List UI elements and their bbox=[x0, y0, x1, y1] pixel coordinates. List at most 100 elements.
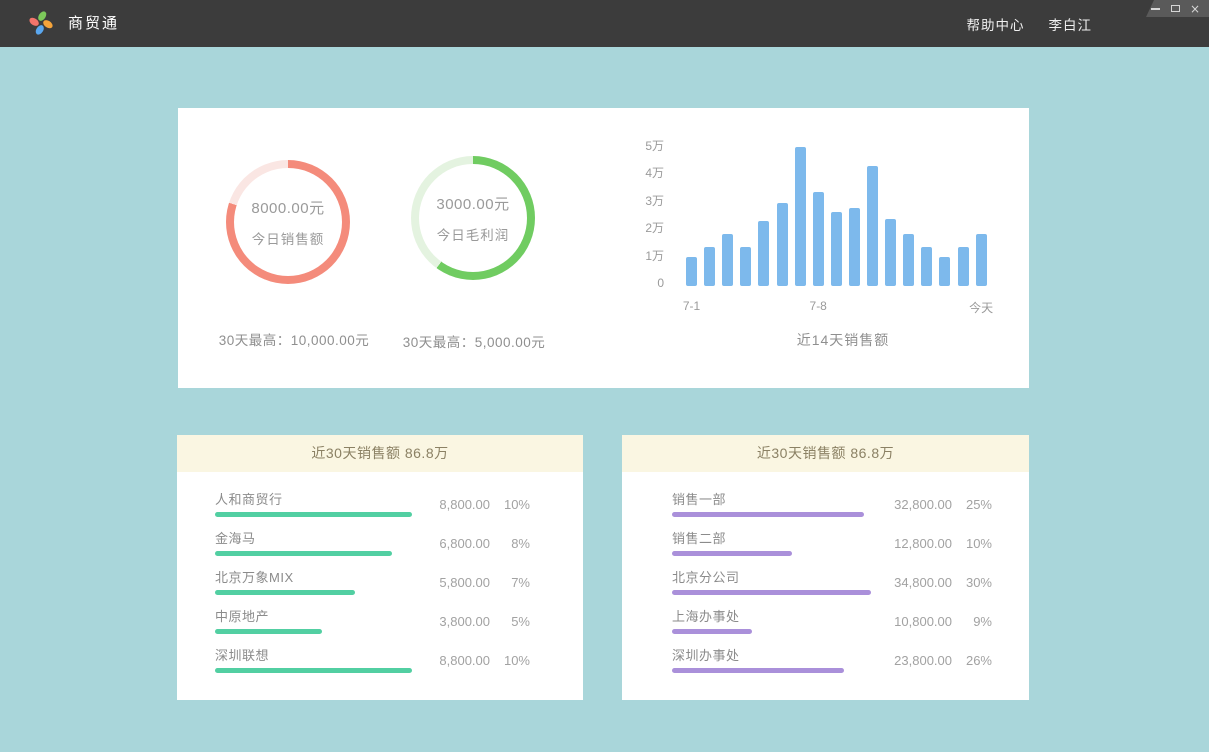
today-sales-donut: 8000.00元 今日销售额 bbox=[226, 160, 350, 284]
bar bbox=[740, 247, 751, 286]
list-item: 金海马 6,800.00 8% bbox=[215, 531, 530, 556]
list-item: 人和商贸行 8,800.00 10% bbox=[215, 492, 530, 517]
minimize-icon bbox=[1151, 8, 1160, 10]
overview-card: 8000.00元 今日销售额 30天最高：10,000.00元 3000.00元… bbox=[178, 108, 1029, 388]
customer-name: 人和商贸行 bbox=[215, 492, 416, 508]
donut-center: 3000.00元 今日毛利润 bbox=[419, 164, 527, 272]
chart-title: 近14天销售额 bbox=[688, 330, 998, 350]
bar bbox=[958, 247, 969, 286]
department-name: 北京分公司 bbox=[672, 570, 878, 586]
bar bbox=[831, 212, 842, 286]
bar bbox=[758, 221, 769, 286]
amount: 12,800.00 bbox=[878, 536, 952, 551]
percent: 26% bbox=[952, 653, 992, 668]
app-title: 商贸通 bbox=[68, 0, 119, 47]
department-name: 销售二部 bbox=[672, 531, 878, 547]
bars-area bbox=[686, 136, 996, 286]
x-axis-tick-label: 7-8 bbox=[810, 299, 827, 313]
bar bbox=[722, 234, 733, 286]
list-item: 北京万象MIX 5,800.00 7% bbox=[215, 570, 530, 595]
list-item: 深圳联想 8,800.00 10% bbox=[215, 648, 530, 673]
customers-list: 人和商贸行 8,800.00 10% 金海马 6,800.00 8% 北京万象M… bbox=[177, 472, 583, 673]
customer-name: 中原地产 bbox=[215, 609, 416, 625]
percent: 9% bbox=[952, 614, 992, 629]
bar bbox=[686, 257, 697, 286]
bar bbox=[976, 234, 987, 286]
percent: 5% bbox=[490, 614, 530, 629]
bar bbox=[704, 247, 715, 286]
progress-bar bbox=[672, 629, 752, 634]
customer-name: 北京万象MIX bbox=[215, 570, 416, 586]
percent: 10% bbox=[952, 536, 992, 551]
progress-bar bbox=[672, 551, 792, 556]
progress-bar bbox=[672, 590, 871, 595]
amount: 23,800.00 bbox=[878, 653, 952, 668]
window-controls: × bbox=[1146, 0, 1209, 17]
username-link[interactable]: 李白江 bbox=[1049, 14, 1093, 34]
x-axis-tick-label: 7-1 bbox=[683, 299, 700, 313]
card-title: 近30天销售额 86.8万 bbox=[622, 435, 1029, 472]
help-center-link[interactable]: 帮助中心 bbox=[967, 14, 1025, 34]
amount: 6,800.00 bbox=[416, 536, 490, 551]
amount: 5,800.00 bbox=[416, 575, 490, 590]
percent: 10% bbox=[490, 653, 530, 668]
app-logo-icon bbox=[27, 9, 55, 37]
bar bbox=[885, 219, 896, 286]
amount: 34,800.00 bbox=[878, 575, 952, 590]
sales-14d-bar-chart: 5万4万3万2万1万0 7-17-8今天 近14天销售额 bbox=[638, 136, 1018, 386]
progress-bar bbox=[215, 590, 355, 595]
bar bbox=[903, 234, 914, 286]
today-profit-donut: 3000.00元 今日毛利润 bbox=[411, 156, 535, 280]
today-profit-label: 今日毛利润 bbox=[437, 224, 510, 244]
progress-bar bbox=[672, 668, 844, 673]
bar bbox=[795, 147, 806, 286]
department-name: 上海办事处 bbox=[672, 609, 878, 625]
y-axis-tick-label: 4万 bbox=[638, 165, 664, 181]
amount: 32,800.00 bbox=[878, 497, 952, 512]
bar bbox=[921, 247, 932, 286]
department-name: 销售一部 bbox=[672, 492, 878, 508]
profit-30d-max-note: 30天最高：5,000.00元 bbox=[358, 331, 590, 351]
titlebar-links: 帮助中心 李白江 bbox=[967, 0, 1093, 47]
departments-sales-card: 近30天销售额 86.8万 销售一部 32,800.00 25% 销售二部 12… bbox=[622, 435, 1029, 700]
percent: 8% bbox=[490, 536, 530, 551]
amount: 8,800.00 bbox=[416, 653, 490, 668]
progress-bar bbox=[672, 512, 864, 517]
x-axis: 7-1 7-8 今天 bbox=[638, 299, 1018, 313]
close-icon: × bbox=[1190, 4, 1200, 14]
percent: 25% bbox=[952, 497, 992, 512]
maximize-button[interactable] bbox=[1170, 4, 1180, 14]
list-item: 深圳办事处 23,800.00 26% bbox=[672, 648, 992, 673]
list-item: 北京分公司 34,800.00 30% bbox=[672, 570, 992, 595]
progress-bar bbox=[215, 551, 392, 556]
progress-bar bbox=[215, 668, 412, 673]
bar bbox=[777, 203, 788, 286]
amount: 10,800.00 bbox=[878, 614, 952, 629]
x-axis-tick-label: 今天 bbox=[969, 299, 993, 316]
amount: 3,800.00 bbox=[416, 614, 490, 629]
list-item: 上海办事处 10,800.00 9% bbox=[672, 609, 992, 634]
amount: 8,800.00 bbox=[416, 497, 490, 512]
y-axis-tick-label: 1万 bbox=[638, 248, 664, 264]
y-axis-tick-label: 5万 bbox=[638, 138, 664, 154]
maximize-icon bbox=[1171, 5, 1180, 12]
customer-name: 深圳联想 bbox=[215, 648, 416, 664]
minimize-button[interactable] bbox=[1150, 4, 1160, 14]
y-axis-tick-label: 3万 bbox=[638, 193, 664, 209]
customer-name: 金海马 bbox=[215, 531, 416, 547]
list-item: 中原地产 3,800.00 5% bbox=[215, 609, 530, 634]
bar bbox=[939, 257, 950, 286]
percent: 7% bbox=[490, 575, 530, 590]
donut-center: 8000.00元 今日销售额 bbox=[234, 168, 342, 276]
department-name: 深圳办事处 bbox=[672, 648, 878, 664]
customers-sales-card: 近30天销售额 86.8万 人和商贸行 8,800.00 10% 金海马 6,8… bbox=[177, 435, 583, 700]
progress-bar bbox=[215, 512, 412, 517]
bar bbox=[849, 208, 860, 286]
departments-list: 销售一部 32,800.00 25% 销售二部 12,800.00 10% 北京… bbox=[622, 472, 1029, 673]
close-button[interactable]: × bbox=[1190, 4, 1200, 14]
percent: 30% bbox=[952, 575, 992, 590]
bar bbox=[867, 166, 878, 286]
today-sales-label: 今日销售额 bbox=[252, 228, 325, 248]
progress-bar bbox=[215, 629, 322, 634]
y-axis-tick-label: 2万 bbox=[638, 220, 664, 236]
